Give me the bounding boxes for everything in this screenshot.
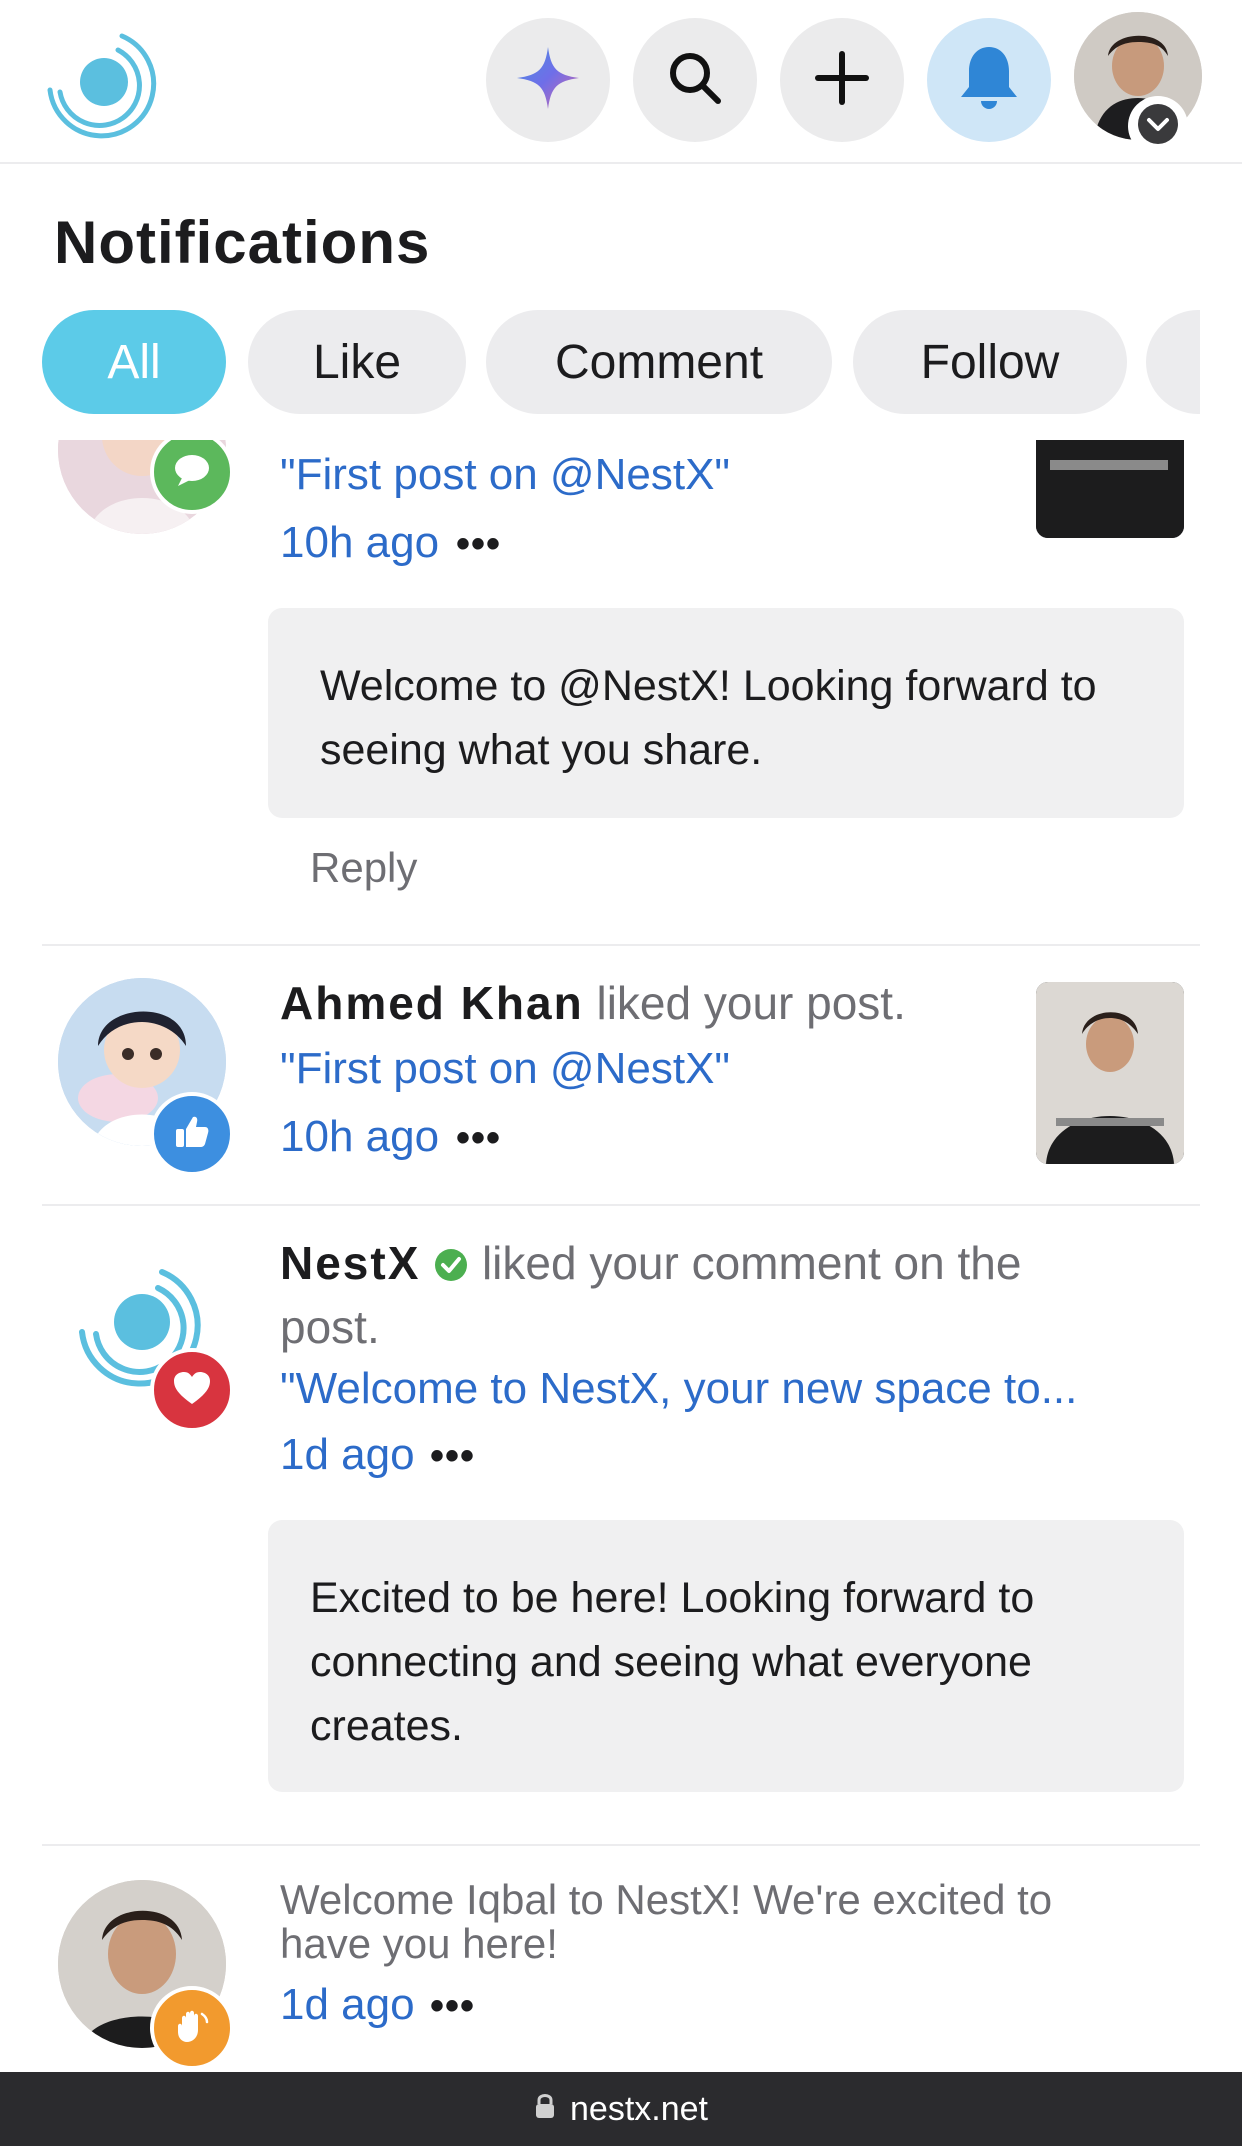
top-bar: [0, 0, 1242, 164]
heart-badge: [150, 1348, 234, 1432]
actor-name[interactable]: NestX: [280, 1237, 420, 1289]
search-icon: [666, 49, 724, 112]
reply-button[interactable]: Reply: [310, 844, 417, 892]
post-thumbnail[interactable]: [1036, 982, 1184, 1164]
search-button[interactable]: [633, 18, 757, 142]
url-text: nestx.net: [570, 2089, 708, 2128]
account-menu-toggle[interactable]: [1128, 96, 1188, 156]
waving-hand-icon: [172, 2006, 212, 2051]
heart-icon: [172, 1370, 212, 1411]
timestamp: 10h ago: [280, 518, 440, 567]
nestx-logo[interactable]: [42, 20, 172, 142]
more-options-button[interactable]: •••: [456, 522, 501, 567]
chevron-down-icon: [1136, 102, 1180, 151]
bell-icon: [957, 43, 1021, 118]
speech-bubble-icon: [172, 452, 212, 493]
divider: [42, 1844, 1200, 1846]
post-thumbnail[interactable]: [1036, 440, 1184, 538]
timestamp: 1d ago: [280, 1980, 415, 2029]
page-title: Notifications: [54, 209, 431, 276]
notifications-button[interactable]: [927, 18, 1051, 142]
divider: [42, 1204, 1200, 1206]
action-text: liked your comment on the: [481, 1237, 1022, 1289]
more-options-button[interactable]: •••: [430, 1984, 475, 2029]
like-badge: [150, 1092, 234, 1176]
comment-text: Excited to be here! Looking forward to c…: [268, 1520, 1184, 1792]
tab-all[interactable]: All: [42, 310, 226, 414]
wave-badge: [150, 1986, 234, 2070]
tab-comment[interactable]: Comment: [486, 310, 832, 414]
sparkle-icon: [513, 43, 583, 118]
action-text: post.: [280, 1301, 380, 1353]
tab-follow[interactable]: Follow: [853, 310, 1127, 414]
lock-icon: [534, 2090, 570, 2129]
timestamp: 10h ago: [280, 1112, 440, 1161]
more-options-button[interactable]: •••: [456, 1116, 501, 1161]
post-quote-link[interactable]: "First post on @NestX": [280, 450, 730, 500]
verified-icon: [433, 1240, 469, 1294]
notification-text: NestX liked your comment on the: [280, 1236, 1021, 1294]
thumbs-up-icon: [172, 1112, 212, 1157]
plus-icon: [814, 50, 870, 111]
filter-tabs: All Like Comment Follow: [42, 310, 1200, 414]
more-options-button[interactable]: •••: [430, 1434, 475, 1479]
comment-text: Welcome to @NestX! Looking forward to se…: [268, 608, 1184, 818]
divider: [42, 944, 1200, 946]
browser-url-bar[interactable]: nestx.net: [0, 2072, 1242, 2146]
timestamp: 1d ago: [280, 1430, 415, 1479]
action-text: liked your post.: [596, 977, 906, 1029]
actor-name[interactable]: Ahmed Khan: [280, 977, 584, 1029]
comment-badge: [150, 440, 234, 514]
tab-like[interactable]: Like: [248, 310, 466, 414]
welcome-message: have you here!: [280, 1920, 558, 1967]
notifications-feed[interactable]: "First post on @NestX" 10h ago ••• Welco…: [0, 440, 1242, 2072]
post-quote-link[interactable]: "First post on @NestX": [280, 1044, 730, 1094]
create-post-button[interactable]: [780, 18, 904, 142]
notification-text: Ahmed Khan liked your post.: [280, 976, 906, 1030]
ai-sparkle-button[interactable]: [486, 18, 610, 142]
welcome-message: Welcome Iqbal to NestX! We're excited to: [280, 1876, 1053, 1923]
post-quote-link[interactable]: "Welcome to NestX, your new space to...: [280, 1364, 1077, 1414]
tab-more[interactable]: [1146, 310, 1200, 414]
